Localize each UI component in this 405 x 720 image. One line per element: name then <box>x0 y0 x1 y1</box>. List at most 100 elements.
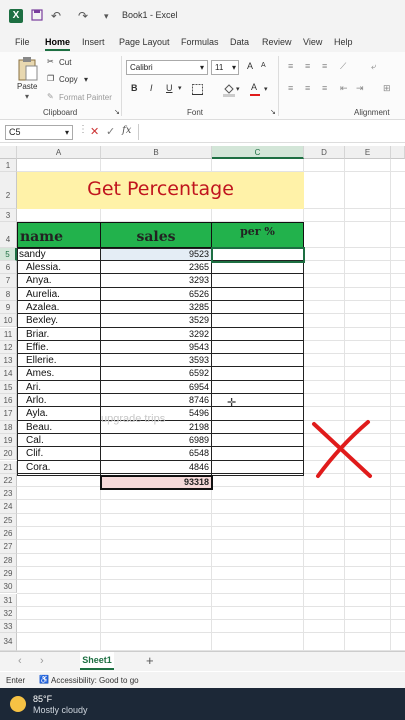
quick-access-more-icon[interactable]: ▾ <box>104 9 109 23</box>
bottom-align-icon[interactable]: ≡ <box>322 61 327 71</box>
accessibility-status[interactable]: Accessibility: Good to go <box>51 676 139 685</box>
row-header-31[interactable]: 31 <box>0 593 17 607</box>
total-cell[interactable]: 93318 <box>100 475 213 490</box>
row-header-28[interactable]: 28 <box>0 553 17 567</box>
accessibility-icon[interactable]: ♿ <box>39 675 49 684</box>
italic-button[interactable]: I <box>150 83 153 93</box>
row-header-5[interactable]: 5 <box>0 248 17 261</box>
row-header-20[interactable]: 20 <box>0 447 17 461</box>
row-header-12[interactable]: 12 <box>0 340 17 355</box>
tab-formulas[interactable]: Formulas <box>181 37 219 47</box>
sheet-prev-icon[interactable]: ‹ <box>18 655 22 667</box>
name-cell[interactable]: Ellerie. <box>18 354 100 367</box>
row-header-32[interactable]: 32 <box>0 606 17 621</box>
name-box[interactable]: C5 ▾ <box>5 125 73 140</box>
name-cell[interactable]: Ari. <box>18 381 100 394</box>
name-cell[interactable]: Aurelia. <box>18 288 100 301</box>
tab-page-layout[interactable]: Page Layout <box>119 37 170 47</box>
add-sheet-button[interactable]: + <box>146 653 154 668</box>
cancel-entry-icon[interactable]: ✕ <box>90 125 99 138</box>
copy-button[interactable]: Copy <box>59 75 78 84</box>
clipboard-launcher-icon[interactable]: ↘ <box>114 108 120 116</box>
sales-cell[interactable]: 3292 <box>101 328 211 341</box>
name-cell[interactable]: Effie. <box>18 341 100 354</box>
header-name[interactable]: name <box>17 222 101 248</box>
row-header-11[interactable]: 11 <box>0 327 17 341</box>
sheet-next-icon[interactable]: › <box>40 655 44 667</box>
row-header-4[interactable]: 4 <box>0 222 17 248</box>
name-cell[interactable]: Anya. <box>18 274 100 287</box>
underline-button[interactable]: U <box>166 83 173 93</box>
row-header-33[interactable]: 33 <box>0 620 17 634</box>
row-header-18[interactable]: 18 <box>0 420 17 434</box>
tab-file[interactable]: File <box>15 37 30 47</box>
redo-icon[interactable]: ↷ <box>78 9 88 23</box>
sales-cell[interactable]: 3593 <box>101 354 211 367</box>
underline-dropdown-icon[interactable]: ▾ <box>178 84 182 92</box>
tab-data[interactable]: Data <box>230 37 249 47</box>
row-header-9[interactable]: 9 <box>0 300 17 315</box>
increase-indent-icon[interactable]: ⇥ <box>356 83 364 94</box>
name-cell[interactable]: Beau. <box>18 421 100 434</box>
column-header-f[interactable] <box>391 146 405 159</box>
tab-insert[interactable]: Insert <box>82 37 105 47</box>
name-cell[interactable]: Ayla. <box>18 407 100 420</box>
font-name-box[interactable]: Calibri ▾ <box>126 60 208 75</box>
sales-cell[interactable]: 6954 <box>101 381 211 394</box>
fill-color-dropdown-icon[interactable]: ▾ <box>236 85 240 93</box>
row-header-2[interactable]: 2 <box>0 172 17 209</box>
font-color-icon[interactable]: A <box>251 82 257 92</box>
borders-icon[interactable] <box>192 84 203 95</box>
cut-button[interactable]: Cut <box>59 58 71 67</box>
sales-cell[interactable]: 3529 <box>101 314 211 327</box>
save-icon[interactable] <box>31 9 43 21</box>
sales-cell[interactable]: 4846 <box>101 461 211 474</box>
grow-font-icon[interactable]: A <box>247 61 253 71</box>
sales-cell[interactable]: 9543 <box>101 341 211 354</box>
sales-cell[interactable]: 6548 <box>101 447 211 460</box>
insert-function-icon[interactable]: fx <box>122 125 131 136</box>
orientation-icon[interactable]: ⟋ <box>340 61 346 72</box>
header-sales[interactable]: sales <box>100 222 212 248</box>
format-painter-button[interactable]: Format Painter <box>59 93 112 102</box>
name-cell[interactable]: Briar. <box>18 328 100 341</box>
tab-home[interactable]: Home <box>45 37 71 51</box>
select-all-corner[interactable] <box>0 146 17 159</box>
row-header-10[interactable]: 10 <box>0 314 17 328</box>
fill-color-icon[interactable] <box>223 83 235 97</box>
spreadsheet-grid[interactable]: A B C D E 1 2 3 4 5 6 7 8 9 10 11 12 13 14 15 16 17 18 19 2… <box>0 146 405 651</box>
sales-cell[interactable]: 6592 <box>101 367 211 380</box>
name-cell[interactable]: Azalea. <box>18 301 100 314</box>
name-cell[interactable]: Cal. <box>18 434 100 447</box>
weather-condition[interactable]: Mostly cloudy <box>33 705 88 715</box>
row-header-13[interactable]: 13 <box>0 354 17 368</box>
row-header-30[interactable]: 30 <box>0 580 17 594</box>
row-header-22[interactable]: 22 <box>0 473 17 488</box>
weather-temp[interactable]: 85°F <box>33 694 52 704</box>
row-header-25[interactable]: 25 <box>0 513 17 527</box>
tab-review[interactable]: Review <box>262 37 292 47</box>
name-cell[interactable]: Cora. <box>18 461 100 474</box>
row-header-3[interactable]: 3 <box>0 209 17 222</box>
column-header-e[interactable]: E <box>345 146 391 159</box>
middle-align-icon[interactable]: ≡ <box>305 61 310 71</box>
sales-cell[interactable]: 3293 <box>101 274 211 287</box>
row-header-23[interactable]: 23 <box>0 487 17 501</box>
sales-cell[interactable]: 8746 <box>101 394 211 407</box>
font-color-dropdown-icon[interactable]: ▾ <box>264 85 268 93</box>
name-cell[interactable]: Bexley. <box>18 314 100 327</box>
confirm-entry-icon[interactable]: ✓ <box>106 125 115 138</box>
sales-cell[interactable]: 6989 <box>101 434 211 447</box>
formula-input[interactable] <box>138 124 403 140</box>
column-header-d[interactable]: D <box>304 146 345 159</box>
header-per[interactable]: per % <box>211 222 304 248</box>
paste-button[interactable]: Paste <box>17 82 37 91</box>
top-align-icon[interactable]: ≡ <box>288 61 293 71</box>
font-launcher-icon[interactable]: ↘ <box>270 108 276 116</box>
cut-icon[interactable]: ✂ <box>47 57 54 66</box>
row-header-29[interactable]: 29 <box>0 566 17 581</box>
merge-center-icon[interactable]: ⊞ <box>383 83 391 94</box>
copy-dropdown-icon[interactable]: ▾ <box>84 75 88 84</box>
sales-cell[interactable]: 2365 <box>101 261 211 274</box>
column-header-c[interactable]: C <box>212 146 304 159</box>
